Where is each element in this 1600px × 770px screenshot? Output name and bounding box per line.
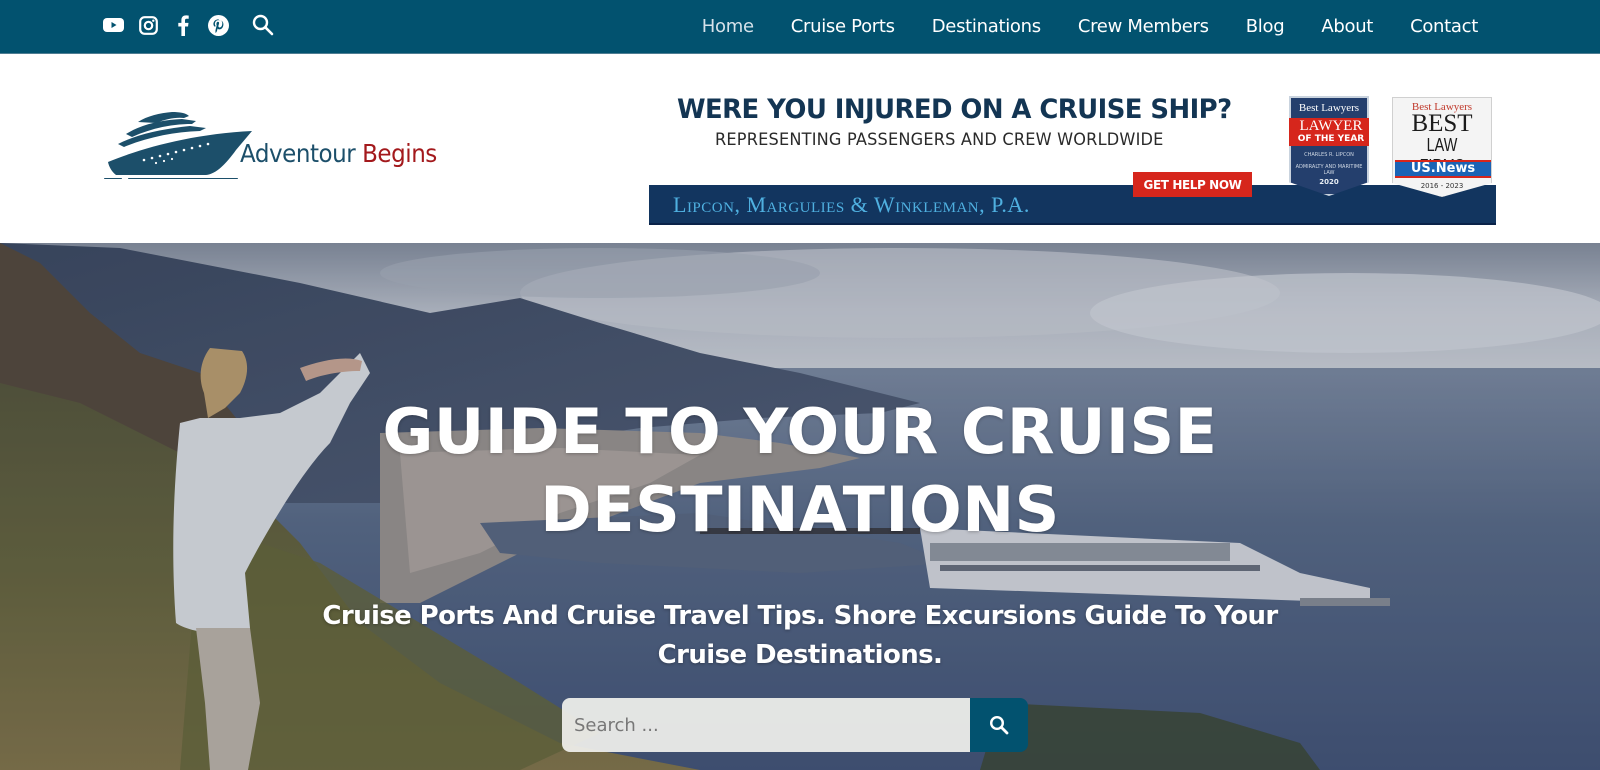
ad-get-help-button[interactable]: GET HELP NOW (1133, 172, 1252, 197)
search-icon (989, 715, 1009, 735)
badge1-subtitle: OF THE YEAR (1297, 134, 1365, 144)
badge1-top: Best Lawyers (1298, 102, 1360, 114)
badge1-title-text: LAWYER (1299, 118, 1363, 134)
badge2-title: BEST (1411, 110, 1473, 137)
top-bar: Home Cruise Ports Destinations Crew Memb… (0, 0, 1600, 54)
youtube-icon[interactable] (102, 14, 124, 36)
nav-blog[interactable]: Blog (1246, 16, 1285, 37)
site-header: Adventour Begins WERE YOU INJURED ON A C… (0, 54, 1600, 243)
nav-destinations[interactable]: Destinations (932, 16, 1041, 37)
social-links (102, 14, 274, 36)
nav-home[interactable]: Home (702, 16, 754, 37)
badge1-area: ADMIRALTY AND MARITIME LAW (1295, 164, 1363, 176)
lawyer-of-year-badge: Best Lawyers LAWYER OF THE YEAR CHARLES … (1289, 96, 1369, 196)
hero-title: GUIDE TO YOUR CRUISE DESTINATIONS (0, 393, 1600, 549)
site-brand: Adventour Begins (240, 139, 437, 168)
best-law-firms-badge: Best Lawyers BEST LAW FIRMS US.News 2016… (1392, 97, 1492, 197)
badge1-year: 2020 (1319, 178, 1339, 186)
badge1-name: CHARLES R. LIPCON ADMIRALTY AND MARITIME… (1291, 152, 1367, 176)
instagram-icon[interactable] (137, 14, 159, 36)
brand-part1: Adventour (240, 139, 356, 168)
hero-search-form (562, 698, 1028, 752)
hero-title-line2: DESTINATIONS (540, 473, 1060, 546)
badge2-ribbon: US.News (1395, 160, 1491, 178)
hero-title-line1: GUIDE TO YOUR CRUISE (382, 395, 1218, 468)
ad-subheadline: REPRESENTING PASSENGERS AND CREW WORLDWI… (715, 130, 1164, 150)
search-icon[interactable] (252, 14, 274, 36)
hero-subtitle: Cruise Ports And Cruise Travel Tips. Sho… (322, 601, 1278, 670)
nav-about[interactable]: About (1321, 16, 1373, 37)
ad-headline: WERE YOU INJURED ON A CRUISE SHIP? (677, 94, 1232, 125)
nav-crew-members[interactable]: Crew Members (1078, 16, 1209, 37)
brand-part2: Begins (362, 139, 437, 168)
badge1-title: LAWYER OF THE YEAR (1289, 118, 1369, 146)
nav-contact[interactable]: Contact (1410, 16, 1478, 37)
ad-firm-name: Lipcon, Margulies & Winkleman, P.A. (673, 192, 1030, 217)
badge1-person: CHARLES R. LIPCON (1304, 152, 1354, 158)
hero-section: GUIDE TO YOUR CRUISE DESTINATIONS Cruise… (0, 243, 1600, 770)
ad-banner[interactable]: WERE YOU INJURED ON A CRUISE SHIP? REPRE… (649, 94, 1496, 225)
nav-cruise-ports[interactable]: Cruise Ports (791, 16, 895, 37)
hero-search-input[interactable] (562, 698, 970, 752)
main-nav: Home Cruise Ports Destinations Crew Memb… (702, 0, 1479, 53)
hero-search-button[interactable] (970, 698, 1028, 752)
cruise-ship-icon (104, 112, 252, 179)
pinterest-icon[interactable] (207, 14, 229, 36)
site-logo[interactable]: Adventour Begins (102, 104, 452, 184)
facebook-icon[interactable] (172, 14, 194, 36)
